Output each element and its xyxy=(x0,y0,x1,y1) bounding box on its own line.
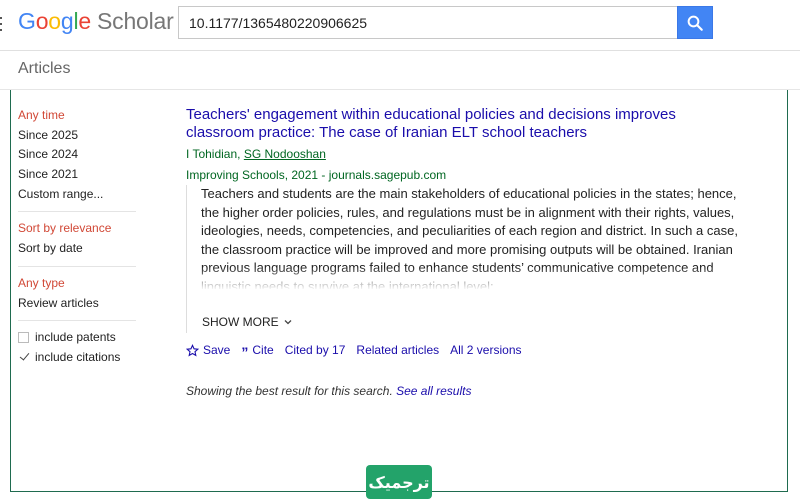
author-separator: , xyxy=(237,147,244,161)
logo-letter: e xyxy=(78,8,91,34)
header: Google Scholar xyxy=(0,0,800,51)
filter-custom-range[interactable]: Custom range... xyxy=(18,185,136,205)
show-more-label: SHOW MORE xyxy=(202,315,279,329)
logo-letter: g xyxy=(60,8,74,34)
note-text: Showing the best result for this search. xyxy=(186,384,397,398)
include-patents-checkbox[interactable] xyxy=(18,331,29,343)
logo-letter: o xyxy=(35,8,49,34)
result-venue: Improving Schools, 2021 - journals.sagep… xyxy=(186,168,447,182)
cited-by-link[interactable]: Cited by 17 xyxy=(285,343,346,357)
logo-suffix: Scholar xyxy=(97,8,174,34)
watermark-badge: ترجمیک xyxy=(366,465,432,499)
menu-icon[interactable] xyxy=(0,17,3,33)
quote-icon: ” xyxy=(241,344,249,360)
author-name: I Tohidian xyxy=(186,147,238,161)
result-title[interactable]: Teachers' engagement within educational … xyxy=(186,106,746,142)
related-articles-link[interactable]: Related articles xyxy=(356,343,439,357)
sort-by-date[interactable]: Sort by date xyxy=(18,239,136,259)
search-result: Teachers' engagement within educational … xyxy=(186,106,746,183)
include-patents-label: include patents xyxy=(35,330,116,345)
cite-label: Cite xyxy=(252,343,274,357)
result-abstract: Teachers and students are the main stake… xyxy=(186,185,741,333)
filter-since-2025[interactable]: Since 2025 xyxy=(18,126,136,146)
include-citations-option[interactable]: include citations xyxy=(18,348,136,368)
divider xyxy=(18,211,136,213)
result-authors: I Tohidian, SG Nodooshan xyxy=(186,146,746,162)
include-patents-option[interactable]: include patents xyxy=(18,328,136,348)
logo-letter: o xyxy=(48,8,61,34)
all-versions-link[interactable]: All 2 versions xyxy=(450,343,521,357)
type-any[interactable]: Any type xyxy=(18,274,136,294)
include-citations-label: include citations xyxy=(35,349,121,364)
include-citations-checkbox[interactable] xyxy=(18,351,29,363)
star-icon xyxy=(186,343,199,356)
search-input[interactable] xyxy=(178,6,677,39)
show-more-button[interactable]: SHOW MORE xyxy=(202,315,293,329)
save-label: Save xyxy=(203,343,231,357)
best-result-note: Showing the best result for this search.… xyxy=(186,384,471,398)
result-actions: Save ” Cite Cited by 17 Related articles… xyxy=(186,343,533,360)
filter-any-time[interactable]: Any time xyxy=(18,106,136,126)
page-title: Articles xyxy=(18,60,71,77)
type-review-articles[interactable]: Review articles xyxy=(18,294,136,314)
author-link[interactable]: SG Nodooshan xyxy=(244,147,326,161)
subheader: Articles xyxy=(0,51,800,90)
abstract-fade xyxy=(201,267,741,289)
filter-since-2024[interactable]: Since 2024 xyxy=(18,145,136,165)
divider xyxy=(18,265,136,267)
see-all-results-link[interactable]: See all results xyxy=(396,384,471,398)
sidebar: Any time Since 2025 Since 2024 Since 202… xyxy=(18,106,136,368)
google-scholar-logo[interactable]: Google Scholar xyxy=(18,8,174,35)
sort-by-relevance[interactable]: Sort by relevance xyxy=(18,219,136,239)
abstract-text: Teachers and students are the main stake… xyxy=(201,185,741,289)
divider xyxy=(18,320,136,322)
search-button[interactable] xyxy=(677,6,713,39)
search-icon xyxy=(687,15,703,31)
cite-button[interactable]: ” Cite xyxy=(241,343,274,360)
filter-since-2021[interactable]: Since 2021 xyxy=(18,165,136,185)
logo-letter: G xyxy=(18,8,36,34)
chevron-down-icon xyxy=(284,320,292,325)
save-button[interactable]: Save xyxy=(186,343,230,357)
